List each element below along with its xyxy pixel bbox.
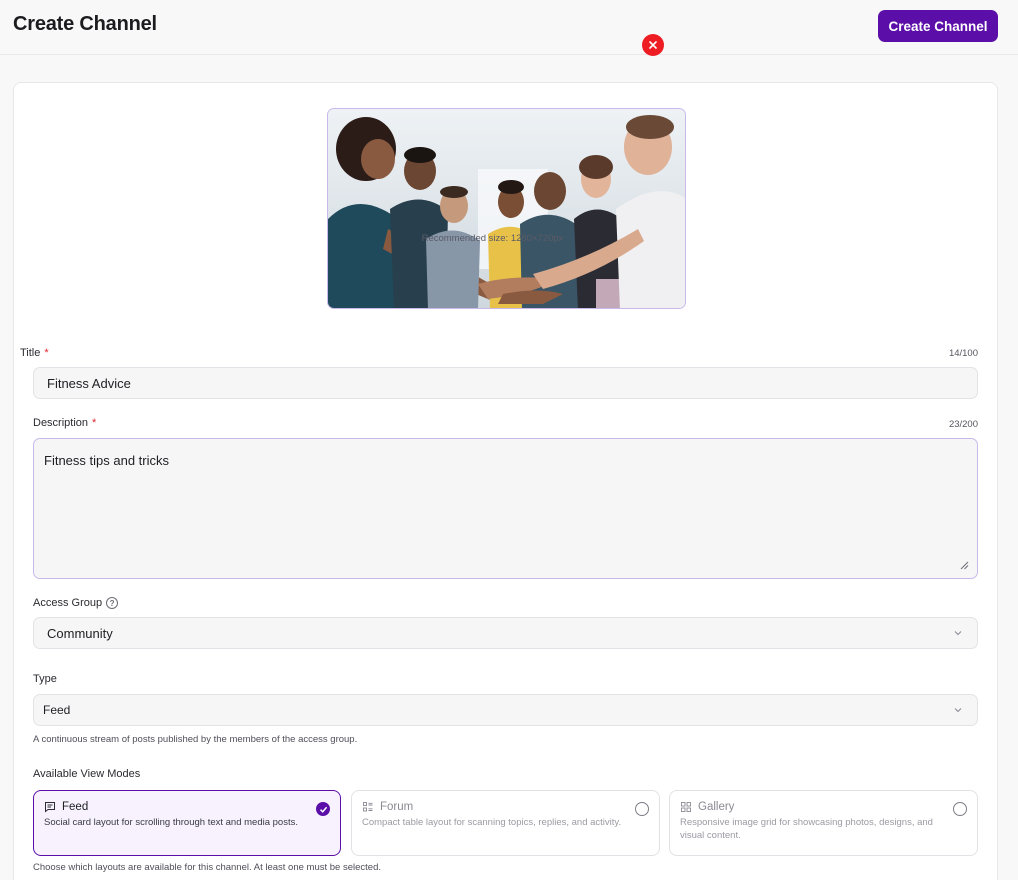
chevron-down-icon bbox=[954, 631, 962, 636]
type-label: Type bbox=[33, 673, 57, 685]
top-bar: Create Channel Create Channel bbox=[0, 0, 1018, 55]
view-mode-name: Forum bbox=[380, 801, 414, 813]
checkbox-checked[interactable] bbox=[316, 802, 330, 816]
access-group-label-text: Access Group bbox=[33, 597, 103, 609]
view-mode-gallery[interactable]: Gallery Responsive image grid for showca… bbox=[669, 790, 978, 856]
checkbox-unchecked[interactable] bbox=[953, 802, 967, 816]
chat-lines-icon bbox=[45, 802, 55, 813]
required-mark: * bbox=[44, 347, 49, 359]
image-size-hint: Recommended size: 1280×720px bbox=[421, 233, 564, 244]
description-textarea[interactable]: Fitness tips and tricks bbox=[33, 438, 978, 579]
view-modes-label-text: Available View Modes bbox=[33, 768, 141, 780]
description-label: Description * bbox=[33, 417, 96, 429]
resize-handle-icon[interactable] bbox=[960, 561, 969, 570]
title-input-value: Fitness Advice bbox=[47, 375, 131, 391]
remove-image-button[interactable] bbox=[642, 34, 664, 56]
required-mark: * bbox=[92, 417, 97, 429]
view-mode-description: Social card layout for scrolling through… bbox=[44, 817, 298, 828]
cover-photo bbox=[328, 109, 685, 308]
view-mode-description: Responsive image grid for showcasing pho… bbox=[680, 817, 933, 841]
view-mode-name: Gallery bbox=[698, 801, 735, 813]
chevron-down-icon bbox=[954, 708, 962, 713]
type-help-text: A continuous stream of posts published b… bbox=[33, 734, 358, 745]
table-list-icon bbox=[363, 802, 373, 812]
close-icon bbox=[649, 41, 657, 49]
type-label-text: Type bbox=[33, 673, 57, 685]
description-counter: 23/200 bbox=[948, 419, 978, 430]
grid-icon bbox=[681, 802, 691, 812]
type-select[interactable]: Feed bbox=[33, 694, 978, 726]
description-label-text: Description bbox=[33, 417, 89, 429]
create-channel-button[interactable]: Create Channel bbox=[878, 10, 998, 42]
type-value: Feed bbox=[43, 703, 71, 717]
view-mode-description: Compact table layout for scanning topics… bbox=[362, 817, 622, 828]
title-input[interactable]: Fitness Advice bbox=[33, 367, 978, 399]
page-title: Create Channel bbox=[13, 13, 157, 35]
view-mode-name: Feed bbox=[62, 801, 89, 813]
view-mode-feed[interactable]: Feed Social card layout for scrolling th… bbox=[33, 790, 341, 856]
access-group-value: Community bbox=[47, 625, 113, 641]
view-modes-label: Available View Modes bbox=[33, 768, 140, 780]
view-mode-forum[interactable]: Forum Compact table layout for scanning … bbox=[351, 790, 660, 856]
question-circle-icon[interactable]: ? bbox=[106, 597, 119, 609]
access-group-select[interactable]: Community bbox=[33, 617, 978, 649]
view-modes-help-text: Choose which layouts are available for t… bbox=[33, 862, 382, 873]
title-label: Title * bbox=[20, 347, 49, 359]
check-icon bbox=[319, 806, 327, 813]
description-value: Fitness tips and tricks bbox=[44, 453, 169, 468]
title-label-text: Title bbox=[20, 347, 41, 359]
title-counter: 14/100 bbox=[948, 348, 978, 359]
checkbox-unchecked[interactable] bbox=[635, 802, 649, 816]
access-group-label: Access Group ? bbox=[33, 597, 119, 609]
cover-image[interactable] bbox=[327, 108, 686, 309]
